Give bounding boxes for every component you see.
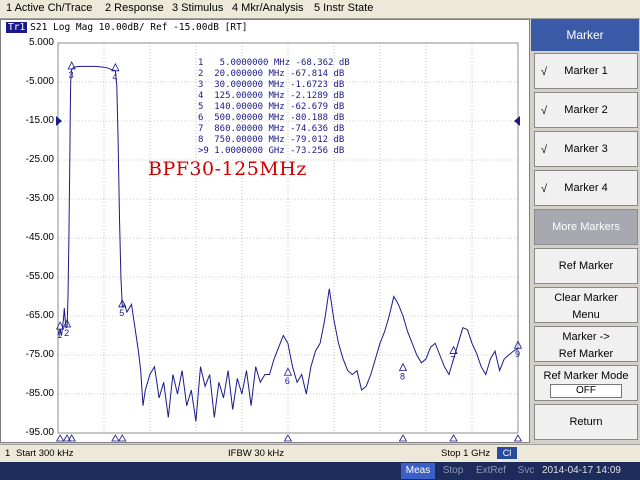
ref-level-arrow-right	[514, 116, 520, 126]
tab-extref[interactable]: ExtRef	[471, 463, 511, 479]
marker-label-3: 3	[69, 70, 74, 80]
marker-label-8: 8	[400, 372, 405, 382]
marker-8	[398, 362, 408, 372]
bottom-marker-8	[398, 434, 408, 442]
marker-1-button[interactable]: √ Marker 1	[534, 53, 638, 89]
marker-6	[283, 367, 293, 376]
menu-active-ch-trace[interactable]: 1 Active Ch/Trace	[6, 2, 92, 14]
marker-2-button[interactable]: √ Marker 2	[534, 92, 638, 128]
bottom-marker-7	[449, 434, 458, 442]
menu-mkr-analysis[interactable]: 4 Mkr/Analysis	[232, 2, 304, 14]
tab-stop[interactable]: Stop	[437, 463, 469, 479]
ref-marker-button[interactable]: Ref Marker	[534, 248, 638, 284]
marker-row: 4 125.00000 MHz -2.1289 dB	[198, 91, 345, 101]
check-icon: √	[541, 183, 548, 195]
more-markers-button[interactable]: More Markers	[534, 209, 638, 245]
ref-level-arrow-left	[56, 116, 62, 126]
marker-row: 5 140.00000 MHz -62.679 dB	[198, 102, 345, 112]
check-icon: √	[541, 144, 548, 156]
bottom-marker-6	[283, 434, 293, 442]
marker-row: 8 750.00000 MHz -79.012 dB	[198, 135, 345, 145]
bottom-marker-1	[55, 434, 65, 442]
softkey-title: Marker	[531, 19, 639, 51]
marker-row: 3 30.000000 MHz -1.6723 dB	[198, 80, 345, 90]
filter-title-overlay: BPF30-125MHz	[148, 158, 307, 180]
bottom-marker-5	[118, 434, 127, 442]
marker-label-6: 6	[285, 376, 290, 386]
softkey-panel: Marker √ Marker 1 √ Marker 2 √ Marker 3 …	[531, 19, 640, 443]
marker-row: >9 1.0000000 GHz -73.256 dB	[198, 146, 345, 156]
marker-4-button[interactable]: √ Marker 4	[534, 170, 638, 206]
marker-label-2: 2	[64, 328, 69, 338]
stop-frequency[interactable]: Stop 1 GHz	[441, 448, 490, 459]
marker-label-7: 7	[451, 355, 456, 365]
marker-row: 6 500.00000 MHz -80.188 dB	[198, 113, 345, 123]
ref-marker-mode-toggle[interactable]: OFF	[550, 384, 622, 398]
ifbw-value[interactable]: IFBW 30 kHz	[228, 448, 284, 459]
tab-svc[interactable]: Svc	[513, 463, 539, 479]
return-button[interactable]: Return	[534, 404, 638, 440]
channel-number: 1	[5, 448, 11, 459]
check-icon: √	[541, 105, 548, 117]
start-frequency[interactable]: Start 300 kHz	[16, 448, 74, 459]
marker-to-ref-marker-button[interactable]: Marker -> Ref Marker	[534, 326, 638, 362]
status-bar: 1 Start 300 kHz IFBW 30 kHz Stop 1 GHz C…	[0, 444, 640, 463]
correction-badge: Cl	[497, 447, 517, 459]
marker-label-4: 4	[112, 72, 117, 82]
bottom-marker-indicators	[55, 434, 523, 442]
date-time: 2014-04-17 14:09	[542, 465, 621, 476]
marker-row: 2 20.000000 MHz -67.814 dB	[198, 69, 345, 79]
check-icon: √	[541, 66, 548, 78]
marker-row: 7 860.00000 MHz -74.636 dB	[198, 124, 345, 134]
marker-row: 1 5.0000000 MHz -68.362 dB	[198, 58, 350, 68]
bottom-marker-9	[513, 434, 523, 442]
marker-label-1: 1	[57, 330, 62, 340]
menu-bar: 1 Active Ch/Trace 2 Response 3 Stimulus …	[0, 0, 640, 19]
marker-3-button[interactable]: √ Marker 3	[534, 131, 638, 167]
menu-response[interactable]: 2 Response	[105, 2, 164, 14]
menu-stimulus[interactable]: 3 Stimulus	[172, 2, 223, 14]
clear-marker-menu-button[interactable]: Clear Marker Menu	[534, 287, 638, 323]
ref-marker-mode-button[interactable]: Ref Marker Mode OFF	[534, 365, 638, 401]
bottom-bar: Meas Stop ExtRef Svc 2014-04-17 14:09	[0, 462, 640, 480]
marker-table: 1 5.0000000 MHz -68.362 dB 2 20.000000 M…	[198, 58, 350, 157]
menu-instr-state[interactable]: 5 Instr State	[314, 2, 373, 14]
tab-meas[interactable]: Meas	[401, 463, 435, 479]
marker-label-5: 5	[119, 308, 124, 318]
marker-label-9: 9	[515, 349, 520, 359]
marker-3	[67, 61, 76, 70]
bottom-marker-4	[111, 434, 120, 442]
